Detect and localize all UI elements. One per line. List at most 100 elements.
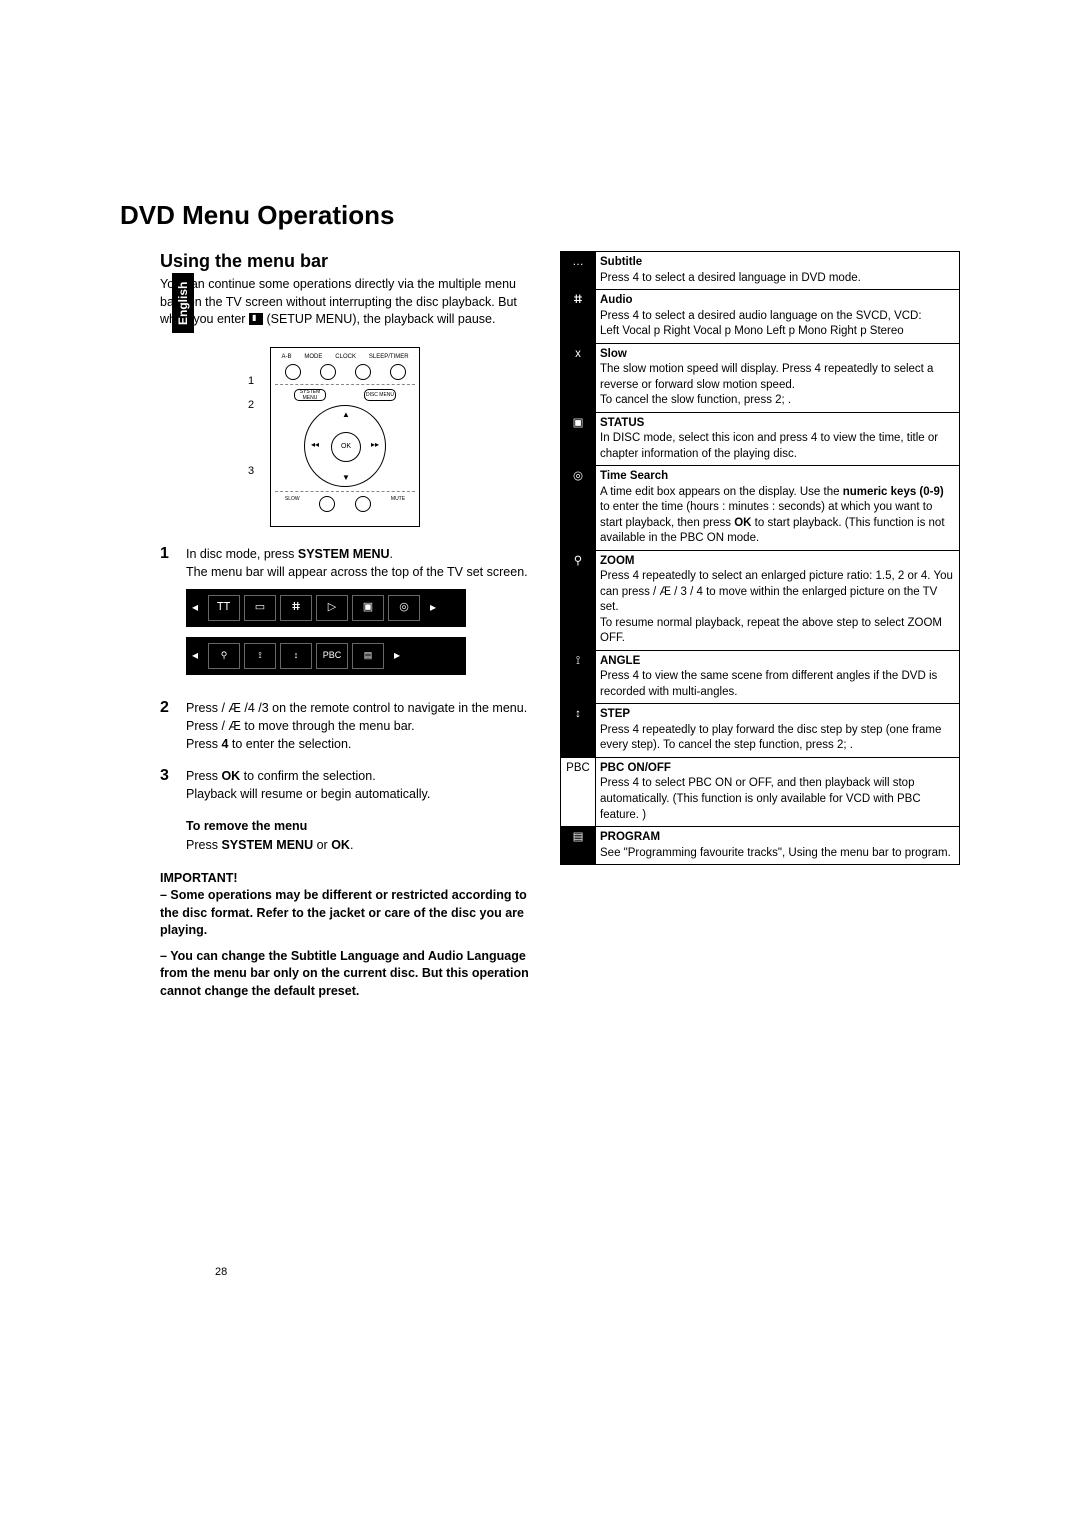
- text: Press: [186, 719, 221, 733]
- menu-cell: ▷: [316, 595, 348, 621]
- feature-icon: ⟟: [561, 650, 596, 704]
- feature-icon: x: [561, 343, 596, 412]
- feature-body: Press 4 repeatedly to select an enlarged…: [600, 570, 953, 644]
- feature-body: See "Programming favourite tracks", Usin…: [600, 847, 951, 859]
- menubar-illustrations: ◂ ᎢᎢ ▭ ⵌ ▷ ▣ ◎ ▸ ◂ ⚲ ⟟: [186, 589, 528, 675]
- remote-outline: A-B MODE CLOCK SLEEP/TIMER SYSTEM MENU D…: [270, 347, 420, 527]
- section-heading: Using the menu bar: [160, 251, 530, 272]
- feature-title: ANGLE: [600, 655, 640, 667]
- feature-description: PROGRAM See "Programming favourite tracks…: [596, 827, 960, 865]
- bold: SYSTEM MENU: [221, 838, 313, 852]
- remote-menu-row: SYSTEM MENU DISC MENU: [275, 384, 415, 401]
- feature-title: Time Search: [600, 470, 668, 482]
- text: / Æ /4 /3: [221, 701, 268, 715]
- feature-description: STATUSIn DISC mode, select this icon and…: [596, 412, 960, 466]
- table-row: ↕ STEP Press 4 repeatedly to play forward …: [561, 704, 960, 758]
- feature-icon: ▣: [561, 412, 596, 466]
- language-tab: English: [172, 273, 194, 333]
- text: or: [313, 838, 331, 852]
- step-body: Press / Æ /4 /3 on the remote control to…: [186, 699, 527, 753]
- bold: OK: [331, 838, 350, 852]
- intro-text-2: (SETUP MENU), the playback will pause.: [266, 312, 495, 326]
- menu-cell: ⚲: [208, 643, 240, 669]
- table-row: ⚲ ZOOM Press 4 repeatedly to select an enl…: [561, 550, 960, 650]
- step-number: 1: [160, 545, 176, 685]
- right-arrow-icon: ▸: [422, 599, 436, 616]
- menu-cell: ⵌ: [280, 595, 312, 621]
- table-row: ◎Time SearchA time edit box appears on t…: [561, 466, 960, 551]
- label-sleep: SLEEP/TIMER: [369, 354, 409, 360]
- step-body: Press OK to confirm the selection. Playb…: [186, 767, 430, 854]
- step-3: 3 Press OK to confirm the selection. Pla…: [160, 767, 530, 854]
- label-ab: A-B: [281, 354, 291, 360]
- feature-body: Press 4 to select a desired audio langua…: [600, 310, 922, 338]
- remote-diagram: 1 2 3 A-B MODE CLOCK SLEEP/TIMER: [270, 347, 420, 527]
- menubar-bottom: ◂ ⚲ ⟟ ↕ PBC ▤ ▸: [186, 637, 466, 675]
- feature-body: Press 4 to view the same scene from diff…: [600, 670, 937, 698]
- feature-icon: PBC: [561, 757, 596, 826]
- circle-button: [285, 364, 301, 380]
- feature-body: Press 4 to select a desired language in …: [600, 272, 861, 284]
- feature-body: Press 4 to select PBC ON or OFF, and the…: [600, 777, 921, 820]
- system-menu-button: SYSTEM MENU: [294, 389, 326, 401]
- feature-title: PBC ON/OFF: [600, 762, 671, 774]
- text: Press: [186, 769, 221, 783]
- right-arrow-icon: ▸: [386, 647, 400, 664]
- important-item-2: – You can change the Subtitle Language a…: [160, 948, 530, 1001]
- step-2: 2 Press / Æ /4 /3 on the remote control …: [160, 699, 530, 753]
- circle-button: [355, 496, 371, 512]
- feature-icon: ⚲: [561, 550, 596, 650]
- feature-icon: ◎: [561, 466, 596, 551]
- intro-paragraph: You can continue some operations directl…: [160, 276, 530, 329]
- important-item-1: – Some operations may be different or re…: [160, 887, 530, 940]
- feature-title: PROGRAM: [600, 831, 660, 843]
- feature-description: SlowThe slow motion speed will display. …: [596, 343, 960, 412]
- dpad: OK ▲ ▼ ◂◂ ▸▸: [304, 405, 386, 487]
- remote-top-buttons: [275, 364, 415, 380]
- bold: SYSTEM MENU: [298, 547, 390, 561]
- prev-icon: ◂◂: [311, 440, 319, 449]
- text: Press: [186, 701, 221, 715]
- table-row: ▤PROGRAMSee "Programming favourite track…: [561, 827, 960, 865]
- next-icon: ▸▸: [371, 440, 379, 449]
- callout-1: 1: [248, 375, 254, 387]
- feature-title: ZOOM: [600, 555, 635, 567]
- text: to confirm the selection.: [240, 769, 375, 783]
- up-arrow-icon: ▲: [342, 410, 350, 419]
- text: In disc mode, press: [186, 547, 298, 561]
- feature-body: The slow motion speed will display. Pres…: [600, 363, 933, 406]
- text: .: [390, 547, 393, 561]
- feature-description: STEP Press 4 repeatedly to play forward t…: [596, 704, 960, 758]
- text: Press: [186, 838, 221, 852]
- page-title: DVD Menu Operations: [120, 200, 960, 231]
- step-1: 1 In disc mode, press SYSTEM MENU. The m…: [160, 545, 530, 685]
- menu-cell: ▭: [244, 595, 276, 621]
- callout-3: 3: [248, 465, 254, 477]
- menu-cell: ◎: [388, 595, 420, 621]
- feature-icon: ⵌ: [561, 290, 596, 344]
- text: Press: [186, 737, 221, 751]
- feature-description: PBC ON/OFF Press 4 to select PBC ON or OF…: [596, 757, 960, 826]
- feature-title: STEP: [600, 708, 630, 720]
- feature-description: Time SearchA time edit box appears on th…: [596, 466, 960, 551]
- table-row: PBC PBC ON/OFF Press 4 to select PBC ON or…: [561, 757, 960, 826]
- step-number: 3: [160, 767, 176, 854]
- menubar-top: ◂ ᎢᎢ ▭ ⵌ ▷ ▣ ◎ ▸: [186, 589, 466, 627]
- step-number: 2: [160, 699, 176, 753]
- circle-button: [319, 496, 335, 512]
- setup-menu-icon: [249, 313, 263, 325]
- text: .: [350, 838, 353, 852]
- step-body: In disc mode, press SYSTEM MENU. The men…: [186, 545, 528, 685]
- remote-top-labels: A-B MODE CLOCK SLEEP/TIMER: [275, 354, 415, 360]
- left-column: Using the menu bar You can continue some…: [160, 251, 530, 1000]
- feature-body: Press 4 repeatedly to play forward the d…: [600, 724, 941, 752]
- menu-cell: ⟟: [244, 643, 276, 669]
- feature-icon: ↕: [561, 704, 596, 758]
- bold: OK: [221, 769, 240, 783]
- circle-button: [355, 364, 371, 380]
- table-row: ⟟ ANGLE Press 4 to view the same scene fro…: [561, 650, 960, 704]
- ok-button: OK: [331, 432, 361, 462]
- menu-cell: ᎢᎢ: [208, 595, 240, 621]
- important-block: IMPORTANT! – Some operations may be diff…: [160, 870, 530, 1001]
- feature-description: SubtitlePress 4 to select a desired lang…: [596, 252, 960, 290]
